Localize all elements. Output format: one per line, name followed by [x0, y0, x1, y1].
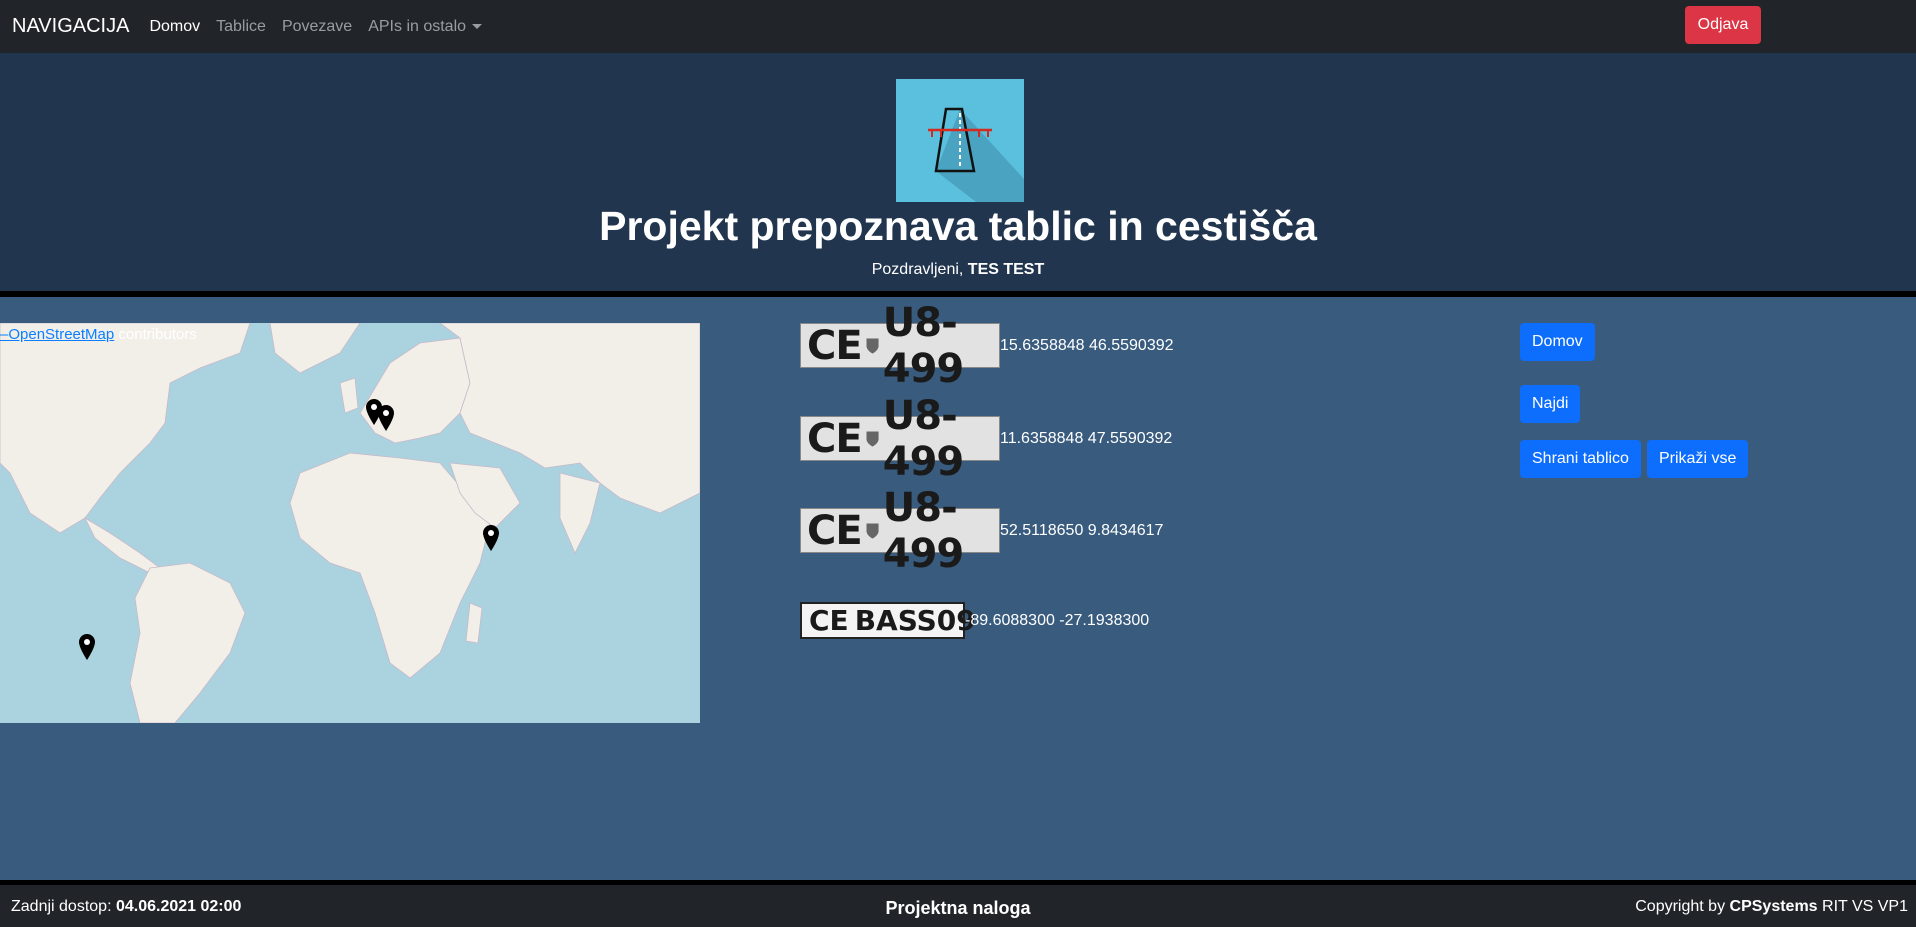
plate-number: U8-499	[882, 299, 965, 392]
copyright: Copyright by CPSystems RIT VS VP1	[1635, 898, 1908, 916]
plate-number: U8-499	[882, 484, 965, 577]
plate-image: CE U8-499	[800, 393, 1000, 485]
plate-region: CE	[807, 322, 863, 369]
nav-item-apis-dropdown[interactable]: APIs in ostalo	[368, 17, 483, 36]
plate-coords: -89.6088300 -27.1938300	[965, 611, 1150, 629]
nav-item-tablice[interactable]: Tablice	[216, 18, 266, 36]
user-name: TES TEST	[967, 261, 1045, 278]
map-attribution: –OpenStreetMap contributors	[0, 326, 197, 343]
greeting: Pozdravljeni, TES TEST	[0, 261, 1916, 279]
plate-image: CE BASS09	[800, 602, 976, 639]
footer-center: Projektna naloga	[885, 898, 1031, 918]
plate-entry: CE U8-499 52.5118650 9.8434617	[800, 485, 1164, 577]
greeting-prefix: Pozdravljeni,	[871, 261, 964, 278]
find-button[interactable]: Najdi	[1520, 385, 1581, 423]
plate-region: CE	[807, 507, 863, 554]
plate-number: U8-499	[882, 392, 965, 485]
crest-icon	[866, 430, 879, 447]
nav-item-povezave[interactable]: Povezave	[282, 18, 352, 36]
map-marker-icon[interactable]	[378, 405, 394, 431]
plate-image: CE U8-499	[800, 300, 1000, 392]
map-marker-icon[interactable]	[79, 634, 95, 660]
attribution-suffix: contributors	[114, 326, 197, 343]
company-name: CPSystems	[1729, 898, 1818, 915]
plate-coords: 52.5118650 9.8434617	[1000, 521, 1164, 539]
plate-coords: 11.6358848 47.5590392	[1000, 429, 1173, 447]
chevron-down-icon	[472, 23, 483, 29]
crest-icon	[866, 522, 879, 539]
logout-button[interactable]: Odjava	[1685, 6, 1761, 44]
navbar-brand[interactable]: NAVIGACIJA	[12, 15, 129, 38]
osm-link[interactable]: –OpenStreetMap	[0, 326, 114, 343]
plate-entry: CE U8-499 15.6358848 46.5590392	[800, 300, 1174, 392]
navbar: NAVIGACIJA Domov Tablice Povezave APIs i…	[0, 0, 1916, 53]
page-header: Projekt prepoznava tablic in cestišča Po…	[0, 53, 1916, 297]
plate-region: CE	[807, 415, 863, 462]
save-plate-button[interactable]: Shrani tablico	[1520, 440, 1641, 478]
nav-item-domov[interactable]: Domov	[149, 18, 200, 36]
footer: Zadnji dostop: 04.06.2021 02:00 Projektn…	[0, 880, 1916, 927]
copyright-suffix: RIT VS VP1	[1822, 898, 1908, 915]
crest-icon	[866, 337, 879, 354]
plate-image: CE U8-499	[800, 485, 1000, 577]
plate-region: CE	[809, 604, 849, 637]
road-logo	[896, 79, 1024, 202]
home-button[interactable]: Domov	[1520, 323, 1595, 361]
plate-entry: CE BASS09 -89.6088300 -27.1938300	[800, 602, 1149, 639]
page-title: Projekt prepoznava tablic in cestišča	[599, 203, 1317, 249]
map-marker-icon[interactable]	[483, 525, 499, 551]
show-all-button[interactable]: Prikaži vse	[1647, 440, 1749, 478]
copyright-prefix: Copyright by	[1635, 898, 1726, 915]
plate-entry: CE U8-499 11.6358848 47.5590392	[800, 393, 1173, 485]
nav-item-apis-label: APIs in ostalo	[368, 17, 467, 35]
plate-coords: 15.6358848 46.5590392	[1000, 336, 1174, 354]
world-map[interactable]: –OpenStreetMap contributors	[0, 323, 700, 723]
plate-number: BASS09	[854, 604, 976, 637]
